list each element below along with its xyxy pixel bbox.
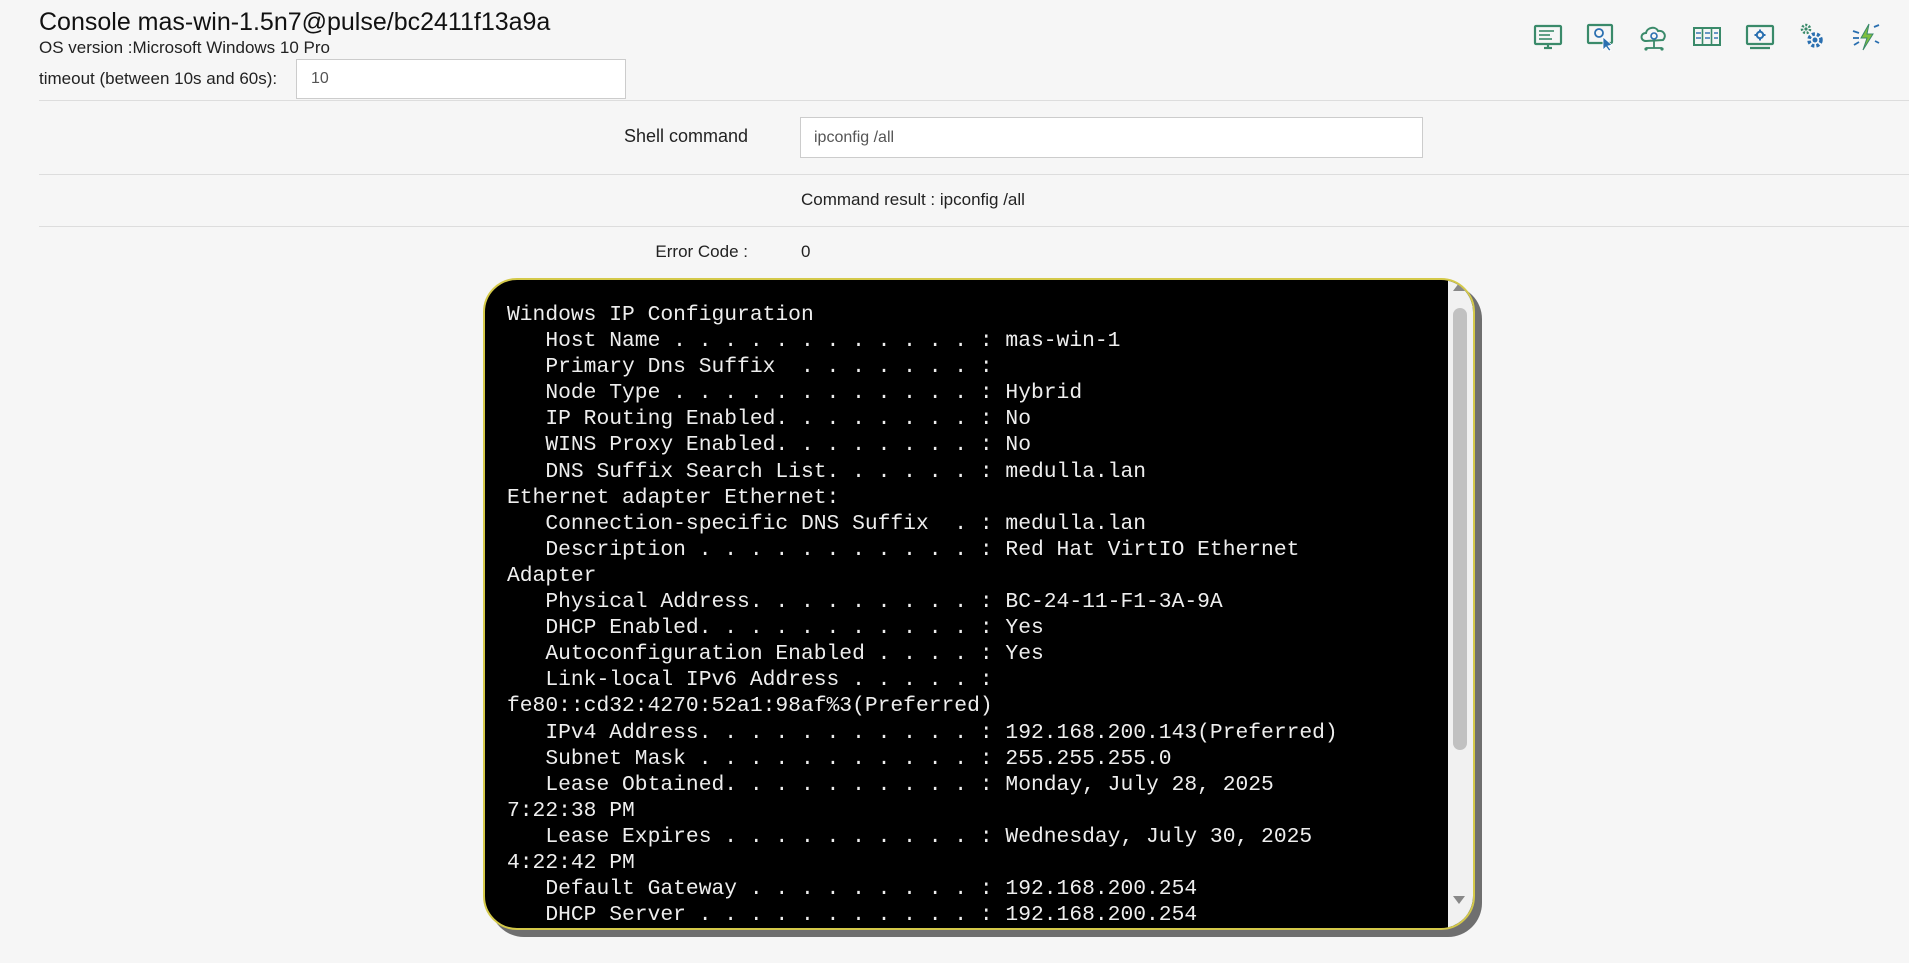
scroll-down-icon[interactable] [1453, 896, 1465, 904]
divider [39, 174, 1909, 175]
error-code-label: Error Code : [655, 242, 748, 261]
shell-command-label: Shell command [623, 126, 748, 146]
terminal-output-box[interactable]: Windows IP Configuration Host Name . . .… [483, 278, 1475, 930]
screen-settings-icon[interactable] [1744, 20, 1776, 54]
scroll-thumb[interactable] [1453, 308, 1467, 750]
terminal-output[interactable]: Windows IP Configuration Host Name . . .… [485, 280, 1448, 928]
page-title: Console mas-win-1.5n7@pulse/bc2411f13a9a [39, 8, 551, 36]
timeout-input[interactable] [296, 59, 626, 99]
terminal-scrollbar[interactable] [1448, 280, 1473, 928]
divider [39, 100, 1909, 101]
gears-icon[interactable] [1797, 20, 1829, 54]
inventory-icon[interactable] [1691, 20, 1723, 54]
scroll-up-icon[interactable] [1453, 283, 1465, 291]
resize-grip-icon[interactable] [1455, 910, 1471, 926]
remote-control-icon[interactable] [1585, 20, 1617, 54]
shell-command-input[interactable] [800, 117, 1423, 158]
desktop-icon[interactable] [1532, 20, 1564, 54]
os-version: OS version :Microsoft Windows 10 Pro [39, 38, 330, 57]
power-actions-icon[interactable] [1850, 20, 1882, 54]
divider [39, 226, 1909, 227]
cloud-network-icon[interactable] [1638, 20, 1670, 54]
toolbar [1532, 20, 1882, 54]
timeout-label: timeout (between 10s and 60s): [39, 69, 278, 88]
error-code-value: 0 [801, 242, 811, 261]
command-result-label: Command result : ipconfig /all [801, 190, 1025, 209]
